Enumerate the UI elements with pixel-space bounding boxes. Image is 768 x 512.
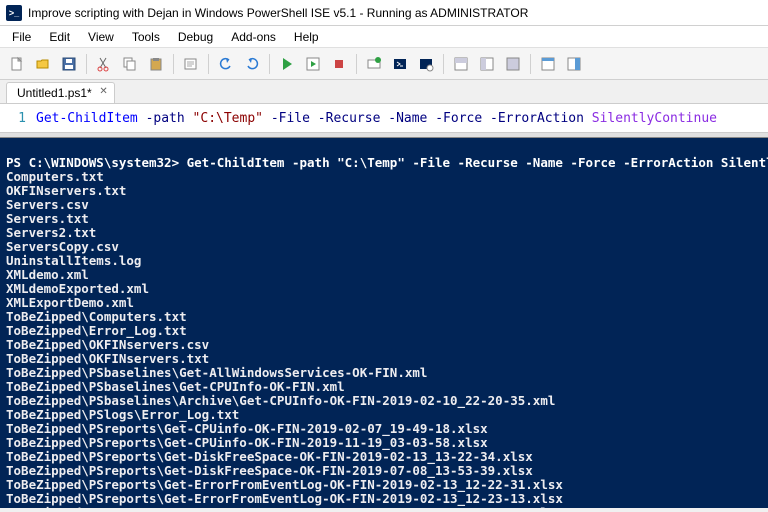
console-line: ToBeZipped\OKFINservers.csv: [6, 338, 762, 352]
stop-button[interactable]: [328, 53, 350, 75]
token-param: -Recurse: [318, 111, 381, 126]
title-bar: >_ Improve scripting with Dejan in Windo…: [0, 0, 768, 26]
paste-button[interactable]: [145, 53, 167, 75]
toolbar-separator: [443, 54, 444, 74]
token-param: -Force: [435, 111, 482, 126]
script-tab[interactable]: Untitled1.ps1* ✕: [6, 82, 115, 103]
token-arg: SilentlyContinue: [592, 111, 717, 126]
run-selection-button[interactable]: [302, 53, 324, 75]
token-param: -path: [146, 111, 185, 126]
console-output: Computers.txtOKFINservers.txtServers.csv…: [6, 170, 762, 508]
menu-debug[interactable]: Debug: [170, 28, 221, 46]
menu-addons[interactable]: Add-ons: [223, 28, 284, 46]
cut-button[interactable]: [93, 53, 115, 75]
toolbar-separator: [530, 54, 531, 74]
console-line: ToBeZipped\PSlogs\Error_Log.txt: [6, 408, 762, 422]
redo-button[interactable]: [241, 53, 263, 75]
token-param: -ErrorAction: [490, 111, 584, 126]
console-pane[interactable]: PS C:\WINDOWS\system32> Get-ChildItem -p…: [0, 138, 768, 508]
menu-edit[interactable]: Edit: [41, 28, 78, 46]
layout-top-button[interactable]: [450, 53, 472, 75]
console-line: Computers.txt: [6, 170, 762, 184]
toolbar-separator: [208, 54, 209, 74]
remote-tab-button[interactable]: [415, 53, 437, 75]
console-line: ToBeZipped\PSreports\Get-ErrorFromEventL…: [6, 492, 762, 506]
copy-button[interactable]: [119, 53, 141, 75]
tab-label: Untitled1.ps1*: [17, 86, 92, 100]
console-line: ToBeZipped\PSbaselines\Archive\Get-CPUIn…: [6, 394, 762, 408]
window-title: Improve scripting with Dejan in Windows …: [28, 6, 528, 20]
toolbar-separator: [173, 54, 174, 74]
console-line: ToBeZipped\PSbaselines\Get-CPUInfo-OK-FI…: [6, 380, 762, 394]
console-line: Servers.csv: [6, 198, 762, 212]
layout-full-button[interactable]: [502, 53, 524, 75]
console-line: ToBeZipped\PSbaselines\Get-AllWindowsSer…: [6, 366, 762, 380]
menu-view[interactable]: View: [80, 28, 122, 46]
console-line: XMLdemoExported.xml: [6, 282, 762, 296]
console-line: ToBeZipped\OKFINservers.txt: [6, 352, 762, 366]
toolbar: [0, 48, 768, 80]
console-line: XMLdemo.xml: [6, 268, 762, 282]
token-param: -File: [271, 111, 310, 126]
new-remote-button[interactable]: [363, 53, 385, 75]
console-line: ToBeZipped\PSreports\Get-CPUinfo-OK-FIN-…: [6, 436, 762, 450]
toolbar-separator: [356, 54, 357, 74]
console-line: ToBeZipped\Computers.txt: [6, 310, 762, 324]
console-line: ToBeZipped\PSreports\Get-ErrorFromEventL…: [6, 506, 762, 508]
console-line: ToBeZipped\PSreports\Get-ErrorFromEventL…: [6, 478, 762, 492]
token-cmdlet: Get-ChildItem: [36, 111, 138, 126]
console-line: ToBeZipped\PSreports\Get-DiskFreeSpace-O…: [6, 450, 762, 464]
menu-bar: File Edit View Tools Debug Add-ons Help: [0, 26, 768, 48]
run-button[interactable]: [276, 53, 298, 75]
powershell-tab-button[interactable]: [389, 53, 411, 75]
token-param: -Name: [388, 111, 427, 126]
menu-tools[interactable]: Tools: [124, 28, 168, 46]
console-line: Servers2.txt: [6, 226, 762, 240]
console-line: XMLExportDemo.xml: [6, 296, 762, 310]
menu-file[interactable]: File: [4, 28, 39, 46]
save-button[interactable]: [58, 53, 80, 75]
toolbar-separator: [86, 54, 87, 74]
show-command-button[interactable]: [537, 53, 559, 75]
console-line: ToBeZipped\PSreports\Get-DiskFreeSpace-O…: [6, 464, 762, 478]
find-button[interactable]: [180, 53, 202, 75]
token-string: "C:\Temp": [193, 111, 263, 126]
app-icon: >_: [6, 5, 22, 21]
script-tab-strip: Untitled1.ps1* ✕: [0, 80, 768, 104]
console-line: UninstallItems.log: [6, 254, 762, 268]
toolbar-separator: [269, 54, 270, 74]
open-button[interactable]: [32, 53, 54, 75]
console-line: OKFINservers.txt: [6, 184, 762, 198]
new-button[interactable]: [6, 53, 28, 75]
console-line: ToBeZipped\PSreports\Get-CPUinfo-OK-FIN-…: [6, 422, 762, 436]
layout-side-button[interactable]: [476, 53, 498, 75]
console-line: Servers.txt: [6, 212, 762, 226]
console-prompt: PS C:\WINDOWS\system32> Get-ChildItem -p…: [6, 156, 762, 170]
console-line: ToBeZipped\Error_Log.txt: [6, 324, 762, 338]
close-icon[interactable]: ✕: [99, 86, 107, 97]
undo-button[interactable]: [215, 53, 237, 75]
line-number: 1: [8, 111, 36, 126]
command-addon-button[interactable]: [563, 53, 585, 75]
menu-help[interactable]: Help: [286, 28, 327, 46]
console-line: ServersCopy.csv: [6, 240, 762, 254]
script-editor[interactable]: 1 Get-ChildItem -path "C:\Temp" -File -R…: [0, 104, 768, 132]
